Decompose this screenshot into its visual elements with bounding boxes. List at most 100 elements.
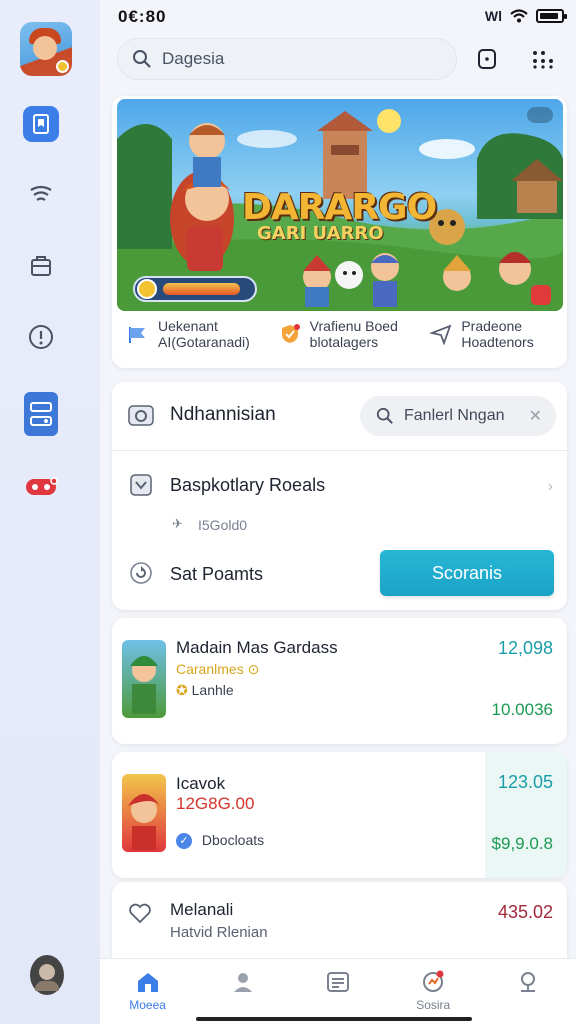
row3-label: Sat Poamts	[170, 564, 264, 584]
profile-icon	[230, 969, 256, 995]
tag-icon	[128, 472, 154, 498]
gamepad-icon	[26, 477, 58, 495]
game-title: Madain Mas Gardass	[176, 638, 338, 657]
nav-home[interactable]: Moeea	[100, 959, 195, 1024]
value-strip	[485, 752, 567, 878]
featured-game-card[interactable]: DARARGO GARI UARRO Uekenant AI(Gotaranadi…	[112, 96, 567, 368]
pin-icon	[515, 969, 541, 995]
search-icon	[133, 50, 151, 68]
status-icons: Wl	[484, 8, 567, 24]
banner-close-button[interactable]	[531, 285, 551, 305]
game-thumbnail	[122, 640, 166, 718]
feature-2-line1: Vrafienu Boed	[309, 318, 398, 334]
wallet-card-icon	[30, 402, 52, 426]
user-avatar[interactable]	[20, 22, 72, 76]
row2-meta: I5Gold0	[198, 517, 248, 533]
row1-search-text: Fanlerl Nngan	[404, 407, 505, 424]
feature-item-3[interactable]: Pradeone Hoadtenors	[415, 318, 567, 364]
search-icon	[376, 407, 393, 424]
check-icon: ✓	[176, 833, 192, 850]
dots-grid-icon	[533, 51, 553, 69]
feature-1-line1: Uekenant	[158, 318, 218, 334]
game-tag-row: ✪ Lanhle	[176, 682, 234, 699]
store-icon	[31, 256, 51, 276]
sidebar-item-games[interactable]	[22, 468, 60, 506]
banner-progress-bar	[133, 276, 257, 302]
battery-icon	[536, 9, 567, 23]
game-price: 123.05	[497, 772, 553, 792]
banner-title: DARARGO	[242, 187, 437, 228]
feature-item-2[interactable]: Vrafienu Boed blotalagers	[264, 318, 416, 364]
feature-1-line2: AI(Gotaranadi)	[158, 334, 250, 350]
game-thumbnail	[122, 774, 166, 852]
twitter-icon: ✈	[172, 516, 183, 531]
feature-row: Uekenant AI(Gotaranadi) Vrafienu Boed blot…	[112, 318, 567, 364]
game-tag: Dbocloats	[201, 832, 265, 848]
options-panel: Ndhannisian Fanlerl Nngan ✕ Baspkotlary …	[112, 382, 567, 610]
notification-button[interactable]	[472, 44, 502, 74]
featured-banner[interactable]: DARARGO GARI UARRO	[117, 99, 563, 311]
game-stat: 10.0036	[491, 700, 553, 719]
send-icon	[429, 322, 453, 346]
nav-location[interactable]	[481, 959, 576, 1024]
bookmark-icon	[33, 114, 49, 134]
game-price: 12,098	[497, 638, 553, 658]
clear-icon[interactable]: ✕	[529, 406, 542, 426]
sidebar-item-wallet[interactable]	[24, 392, 58, 436]
row2-label[interactable]: Baspkotlary Roeals	[170, 475, 325, 496]
search-bar[interactable]	[117, 38, 457, 80]
sidebar-item-store[interactable]	[22, 246, 60, 284]
wifi-icon	[510, 9, 528, 23]
primary-action-button[interactable]: Scoranis	[380, 550, 554, 596]
profile-avatar[interactable]	[30, 955, 64, 995]
avatar-face	[33, 36, 57, 60]
refresh-icon	[128, 560, 154, 586]
home-icon	[135, 969, 161, 995]
carrier-label: Wl	[484, 8, 502, 24]
nav-stats[interactable]: Sosira	[386, 959, 481, 1024]
feature-3-line1: Pradeone	[461, 318, 523, 334]
bottom-navigation: Moeea Sosira	[100, 958, 576, 1024]
shield-check-icon	[278, 322, 302, 346]
avatar-badge	[56, 60, 69, 73]
search-input[interactable]	[162, 49, 422, 69]
feature-item-1[interactable]: Uekenant AI(Gotaranadi)	[112, 318, 264, 364]
nav-home-label: Moeea	[129, 998, 166, 1012]
game-tag-row: ✓ Dbocloats	[176, 832, 265, 850]
sidebar-item-help[interactable]	[22, 318, 60, 356]
flag-icon	[126, 322, 150, 346]
sidebar-item-feed[interactable]	[22, 176, 60, 214]
feature-text-2: Vrafienu Boed blotalagers	[310, 318, 398, 350]
progress-fill	[163, 283, 240, 295]
divider	[112, 450, 567, 451]
nav-profile[interactable]	[195, 959, 290, 1024]
game-tag: Lanhle	[191, 682, 234, 698]
nav-list[interactable]	[290, 959, 385, 1024]
game-stat: $9,9.0.8	[491, 834, 553, 853]
game-list-item[interactable]: Icavok 12G8G.00 ✓ Dbocloats 123.05 $9,9.…	[112, 752, 567, 878]
home-indicator	[196, 1017, 472, 1021]
status-time: 0€:80	[118, 7, 167, 26]
coin-icon	[137, 279, 157, 299]
sound-toggle[interactable]	[527, 107, 553, 123]
bell-icon	[478, 49, 496, 69]
nav-stats-label: Sosira	[416, 998, 451, 1012]
game-title: Icavok	[176, 774, 226, 793]
info-circle-icon	[29, 325, 53, 349]
menu-button[interactable]	[528, 44, 558, 74]
list-icon	[325, 969, 351, 995]
row1-search[interactable]: Fanlerl Nngan ✕	[360, 396, 556, 436]
game-subtitle: Hatvid Rlenian	[170, 924, 268, 941]
chevron-right-icon: ›	[547, 478, 553, 495]
banner-subtitle: GARI UARRO	[257, 223, 384, 244]
heart-icon[interactable]	[128, 902, 152, 929]
sidebar-item-library[interactable]	[23, 106, 59, 142]
sidebar	[0, 0, 100, 1024]
game-list-item[interactable]: Madain Mas Gardass Caranlmes ⊙ ✪ Lanhle …	[112, 618, 567, 744]
game-subtitle: 12G8G.00	[176, 794, 255, 813]
feature-text-1: Uekenant AI(Gotaranadi)	[158, 318, 250, 350]
game-subtitle: Caranlmes ⊙	[176, 661, 260, 677]
game-price: 435.02	[497, 902, 553, 922]
row1-label: Ndhannisian	[170, 404, 276, 425]
feature-2-line2: blotalagers	[309, 334, 379, 350]
